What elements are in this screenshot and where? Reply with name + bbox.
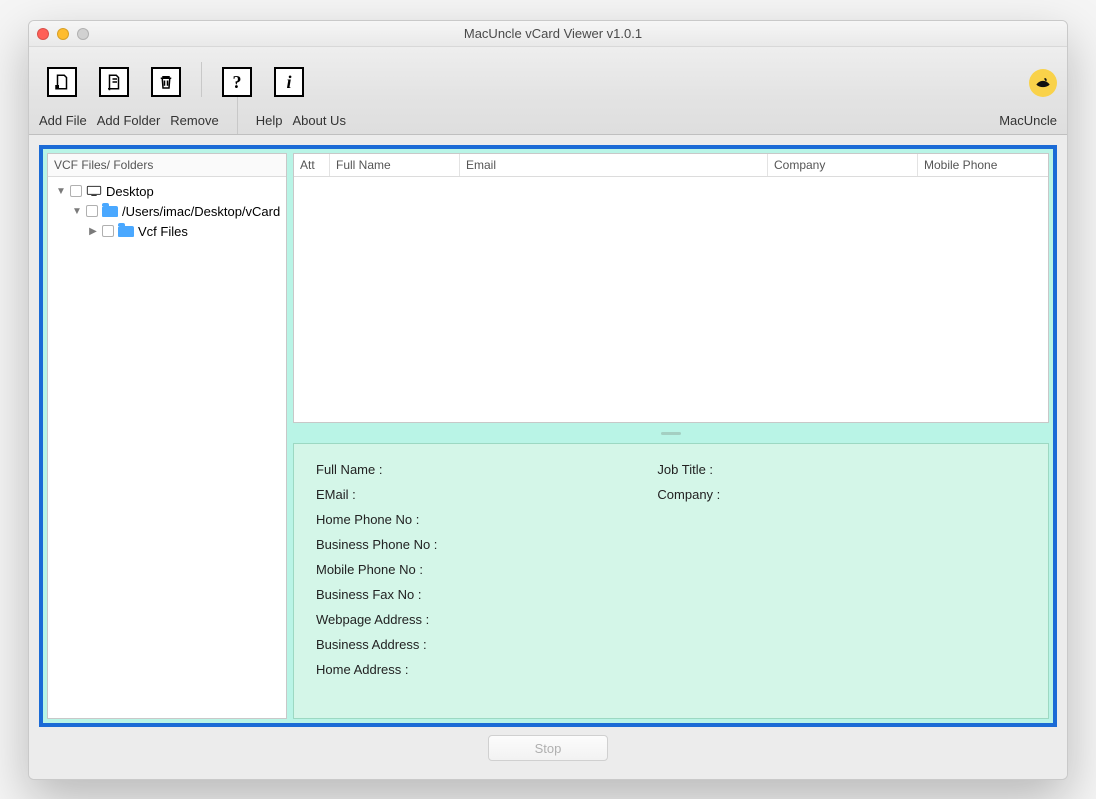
add-file-label[interactable]: Add File <box>39 113 87 128</box>
trash-icon <box>157 73 175 91</box>
folder-icon <box>102 206 118 217</box>
disclosure-triangle-icon[interactable]: ▼ <box>56 186 66 197</box>
field-business-address: Business Address : <box>316 637 437 652</box>
column-email[interactable]: Email <box>460 154 768 176</box>
toolbar: ? i <box>29 47 1067 97</box>
field-job-title: Job Title : <box>657 462 720 477</box>
tree-label: Desktop <box>106 184 154 199</box>
field-mobile-phone: Mobile Phone No : <box>316 562 437 577</box>
grip-icon <box>661 432 681 435</box>
toolbar-labels: Add File Add Folder Remove Help About Us… <box>29 97 1067 135</box>
field-home-address: Home Address : <box>316 662 437 677</box>
table-body <box>294 177 1048 422</box>
detail-left-column: Full Name : EMail : Home Phone No : Busi… <box>316 462 437 700</box>
field-business-fax: Business Fax No : <box>316 587 437 602</box>
titlebar: MacUncle vCard Viewer v1.0.1 <box>29 21 1067 47</box>
field-webpage: Webpage Address : <box>316 612 437 627</box>
column-att[interactable]: Att <box>294 154 330 176</box>
about-button[interactable]: i <box>274 67 304 97</box>
add-folder-label[interactable]: Add Folder <box>97 113 161 128</box>
column-company[interactable]: Company <box>768 154 918 176</box>
about-label[interactable]: About Us <box>292 113 345 128</box>
folder-add-icon <box>105 73 123 91</box>
table-header: Att Full Name Email Company Mobile Phone <box>294 154 1048 177</box>
field-email: EMail : <box>316 487 437 502</box>
stop-button[interactable]: Stop <box>488 735 608 761</box>
brand-label: MacUncle <box>999 113 1057 128</box>
tree-label: Vcf Files <box>138 224 188 239</box>
tree-row-path[interactable]: ▼ /Users/imac/Desktop/vCard <box>52 201 282 221</box>
contact-detail-pane: Full Name : EMail : Home Phone No : Busi… <box>293 443 1049 719</box>
tree-label: /Users/imac/Desktop/vCard <box>122 204 280 219</box>
checkbox[interactable] <box>102 225 114 237</box>
checkbox[interactable] <box>86 205 98 217</box>
add-folder-button[interactable] <box>99 67 129 97</box>
toolbar-separator <box>201 62 202 97</box>
window-controls <box>37 28 89 40</box>
field-business-phone: Business Phone No : <box>316 537 437 552</box>
content-area: VCF Files/ Folders ▼ Desktop ▼ /Users/im… <box>29 135 1067 779</box>
disclosure-triangle-icon[interactable]: ▼ <box>72 206 82 217</box>
toolbar-help-group: ? i <box>214 67 312 97</box>
tree-row-vcf[interactable]: ▶ Vcf Files <box>52 221 282 241</box>
file-add-icon <box>53 73 71 91</box>
help-button[interactable]: ? <box>222 67 252 97</box>
add-file-button[interactable] <box>47 67 77 97</box>
file-tree[interactable]: ▼ Desktop ▼ /Users/imac/Desktop/vCard ▶ <box>48 177 286 245</box>
folder-icon <box>118 226 134 237</box>
checkbox[interactable] <box>70 185 82 197</box>
window-title: MacUncle vCard Viewer v1.0.1 <box>99 26 1007 41</box>
zoom-icon <box>77 28 89 40</box>
column-full-name[interactable]: Full Name <box>330 154 460 176</box>
splitter-handle[interactable] <box>293 429 1049 437</box>
help-label[interactable]: Help <box>256 113 283 128</box>
field-full-name: Full Name : <box>316 462 437 477</box>
toolbar-file-group <box>39 67 189 97</box>
remove-label[interactable]: Remove <box>170 113 218 128</box>
file-tree-pane: VCF Files/ Folders ▼ Desktop ▼ /Users/im… <box>47 153 287 719</box>
detail-right-column: Job Title : Company : <box>497 462 720 700</box>
remove-button[interactable] <box>151 67 181 97</box>
app-window: MacUncle vCard Viewer v1.0.1 ? i Add Fil… <box>28 20 1068 780</box>
desktop-icon <box>86 185 102 197</box>
main-frame: VCF Files/ Folders ▼ Desktop ▼ /Users/im… <box>39 145 1057 727</box>
column-mobile-phone[interactable]: Mobile Phone <box>918 154 1048 176</box>
brand-icon <box>1029 69 1057 97</box>
field-company: Company : <box>657 487 720 502</box>
field-home-phone: Home Phone No : <box>316 512 437 527</box>
close-icon[interactable] <box>37 28 49 40</box>
contact-table: Att Full Name Email Company Mobile Phone <box>293 153 1049 423</box>
minimize-icon[interactable] <box>57 28 69 40</box>
main-pane: Att Full Name Email Company Mobile Phone… <box>293 153 1049 719</box>
tree-row-desktop[interactable]: ▼ Desktop <box>52 181 282 201</box>
file-tree-header: VCF Files/ Folders <box>48 154 286 177</box>
bottom-bar: Stop <box>39 727 1057 769</box>
disclosure-triangle-icon[interactable]: ▶ <box>88 226 98 237</box>
